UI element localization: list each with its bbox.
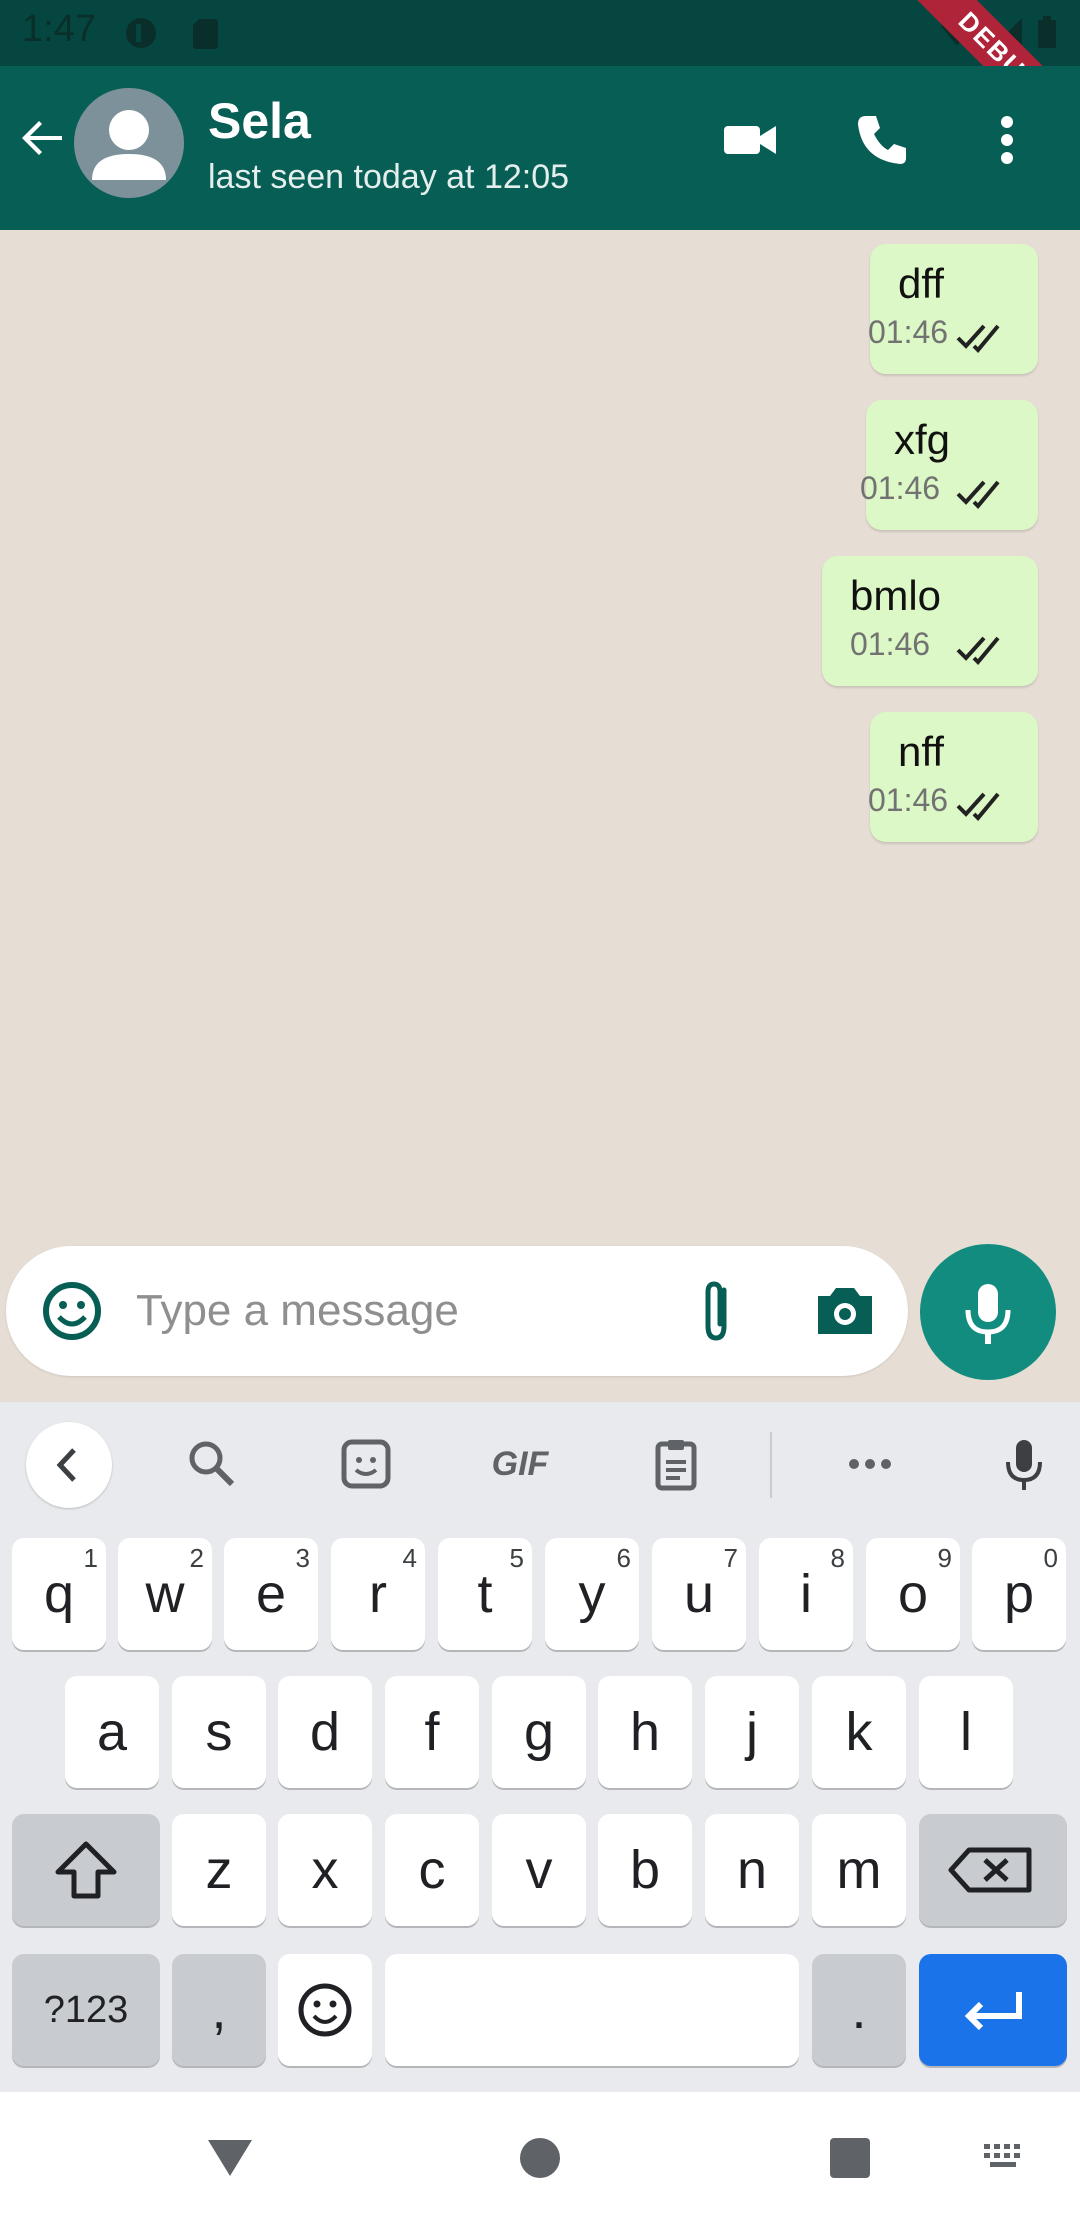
key-u[interactable]: u7 <box>652 1538 746 1650</box>
back-arrow-icon[interactable] <box>14 110 70 166</box>
key-t[interactable]: t5 <box>438 1538 532 1650</box>
gif-button[interactable]: GIF <box>484 1434 556 1494</box>
key-j[interactable]: j <box>705 1676 799 1788</box>
more-options-icon[interactable] <box>984 110 1030 170</box>
key-z[interactable]: z <box>172 1814 266 1926</box>
chat-app-bar: Sela last seen today at 12:05 <box>0 66 1080 230</box>
enter-icon <box>964 1992 1022 2031</box>
contact-last-seen: last seen today at 12:05 <box>208 158 570 196</box>
person-icon <box>92 110 166 180</box>
search-icon[interactable] <box>182 1434 242 1494</box>
message-text: xfg <box>894 416 951 463</box>
enter-key[interactable] <box>919 1954 1067 2066</box>
key-s[interactable]: s <box>172 1676 266 1788</box>
voice-call-icon[interactable] <box>852 110 912 170</box>
attachment-icon[interactable] <box>686 1276 750 1346</box>
status-bar: 1:47 <box>0 0 1080 66</box>
message-bubble[interactable]: xfg 01:46 <box>860 400 1038 530</box>
emoji-icon <box>298 1983 352 2037</box>
backspace-key[interactable] <box>919 1814 1067 1926</box>
double-check-icon <box>956 636 1000 665</box>
key-f[interactable]: f <box>385 1676 479 1788</box>
key-p[interactable]: p0 <box>972 1538 1066 1650</box>
key-c[interactable]: c <box>385 1814 479 1926</box>
key-g[interactable]: g <box>492 1676 586 1788</box>
app-notification-icon <box>126 18 156 48</box>
microphone-icon <box>965 1284 1011 1344</box>
message-time: 01:46 <box>850 626 931 662</box>
comma-key[interactable]: , <box>172 1954 266 2066</box>
message-text: nff <box>898 728 944 775</box>
nav-back-icon[interactable] <box>200 2126 260 2186</box>
space-key[interactable] <box>385 1954 799 2066</box>
voice-input-icon[interactable] <box>994 1434 1054 1494</box>
key-n[interactable]: n <box>705 1814 799 1926</box>
message-bubble[interactable]: bmlo 01:46 <box>822 556 1038 686</box>
soft-keyboard: GIF q1 w2 e3 r4 t5 y6 u7 i8 o9 p0 a s d … <box>0 1402 1080 2092</box>
message-composer <box>6 1246 908 1376</box>
toolbar-divider <box>770 1432 772 1498</box>
key-b[interactable]: b <box>598 1814 692 1926</box>
clipboard-icon[interactable] <box>646 1434 706 1494</box>
nav-recents-icon[interactable] <box>820 2126 880 2186</box>
key-l[interactable]: l <box>919 1676 1013 1788</box>
key-q[interactable]: q1 <box>12 1538 106 1650</box>
key-e[interactable]: e3 <box>224 1538 318 1650</box>
key-v[interactable]: v <box>492 1814 586 1926</box>
key-h[interactable]: h <box>598 1676 692 1788</box>
sd-card-icon <box>193 19 218 49</box>
message-time: 01:46 <box>868 782 949 818</box>
key-o[interactable]: o9 <box>866 1538 960 1650</box>
key-d[interactable]: d <box>278 1676 372 1788</box>
contact-name[interactable]: Sela <box>208 92 311 150</box>
keyboard-collapse-button[interactable] <box>26 1422 112 1508</box>
message-time: 01:46 <box>868 314 949 350</box>
message-text: bmlo <box>850 572 942 619</box>
key-i[interactable]: i8 <box>759 1538 853 1650</box>
chevron-left-icon <box>56 1448 76 1482</box>
message-bubble[interactable]: nff 01:46 <box>868 712 1038 842</box>
keyboard-switch-icon[interactable] <box>976 2126 1032 2186</box>
message-input[interactable] <box>136 1276 656 1346</box>
emoji-icon[interactable] <box>40 1279 104 1343</box>
key-w[interactable]: w2 <box>118 1538 212 1650</box>
double-check-icon <box>956 792 1000 821</box>
period-key[interactable]: . <box>812 1954 906 2066</box>
contact-avatar[interactable] <box>74 88 184 198</box>
voice-message-button[interactable] <box>920 1244 1056 1380</box>
keyboard-toolbar: GIF <box>0 1402 1080 1520</box>
key-r[interactable]: r4 <box>331 1538 425 1650</box>
double-check-icon <box>956 324 1000 353</box>
chat-message-list[interactable]: dff 01:46 xfg 01:46 bmlo 01:46 nff 01:46 <box>0 230 1080 1400</box>
system-nav-bar <box>0 2092 1080 2220</box>
key-x[interactable]: x <box>278 1814 372 1926</box>
key-m[interactable]: m <box>812 1814 906 1926</box>
nav-home-icon[interactable] <box>510 2126 570 2186</box>
emoji-key[interactable] <box>278 1954 372 2066</box>
key-k[interactable]: k <box>812 1676 906 1788</box>
camera-icon[interactable] <box>812 1278 878 1342</box>
message-time: 01:46 <box>860 470 941 506</box>
message-bubble[interactable]: dff 01:46 <box>868 244 1038 374</box>
status-time: 1:47 <box>22 8 96 50</box>
video-call-icon[interactable] <box>720 110 780 170</box>
battery-icon <box>1038 16 1056 48</box>
backspace-icon <box>948 1847 1032 1893</box>
message-text: dff <box>898 260 944 307</box>
key-y[interactable]: y6 <box>545 1538 639 1650</box>
shift-icon <box>55 1841 117 1899</box>
shift-key[interactable] <box>12 1814 160 1926</box>
symbols-key[interactable]: ?123 <box>12 1954 160 2066</box>
double-check-icon <box>956 480 1000 509</box>
sticker-icon[interactable] <box>336 1434 396 1494</box>
key-a[interactable]: a <box>65 1676 159 1788</box>
more-icon[interactable] <box>840 1434 900 1494</box>
